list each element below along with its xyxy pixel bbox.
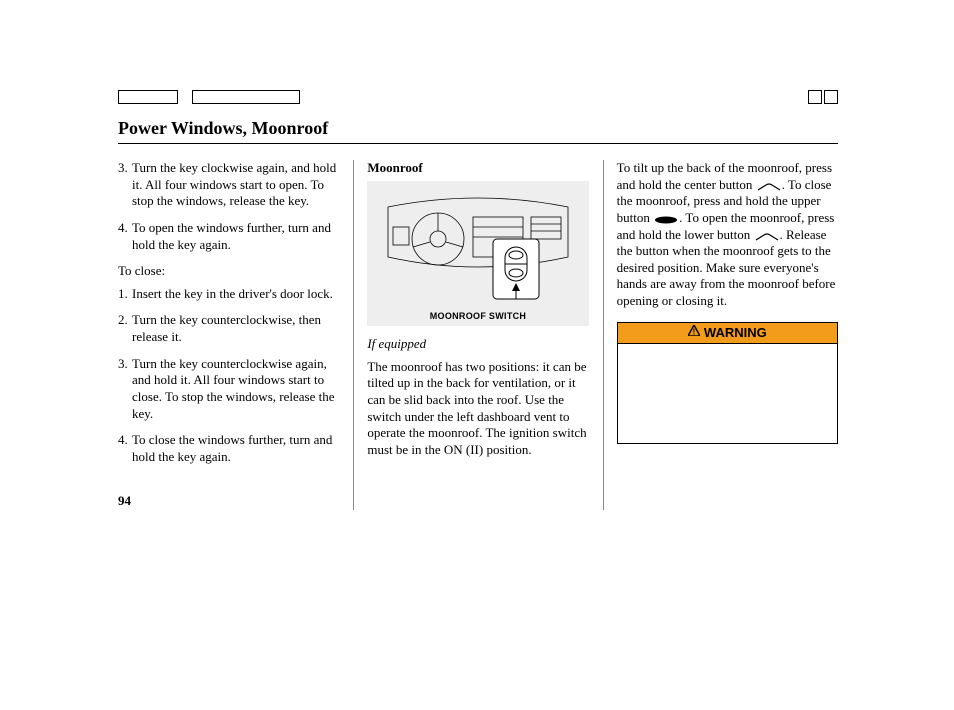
page-number: 94 bbox=[118, 493, 838, 509]
step-number: 3. bbox=[118, 160, 132, 210]
close-step: 3. Turn the key counterclockwise again, … bbox=[118, 356, 339, 423]
if-equipped-label: If equipped bbox=[367, 336, 588, 353]
step-text: To close the windows further, turn and h… bbox=[132, 432, 339, 465]
step-text: Insert the key in the driver's door lock… bbox=[132, 286, 339, 303]
column-3: To tilt up the back of the moonroof, pre… bbox=[603, 160, 838, 475]
moonroof-switch-illustration bbox=[383, 187, 573, 307]
moonroof-figure: MOONROOF SWITCH bbox=[367, 181, 588, 327]
column-1: 3. Turn the key clockwise again, and hol… bbox=[118, 160, 353, 475]
svg-text:!: ! bbox=[693, 328, 696, 337]
step-number: 2. bbox=[118, 312, 132, 345]
step-number: 3. bbox=[118, 356, 132, 423]
step-text: To open the windows further, turn and ho… bbox=[132, 220, 339, 253]
close-step: 4. To close the windows further, turn an… bbox=[118, 432, 339, 465]
warning-label: WARNING bbox=[704, 325, 767, 342]
step-number: 4. bbox=[118, 220, 132, 253]
open-button-icon bbox=[754, 230, 780, 240]
step-text: Turn the key counterclockwise again, and… bbox=[132, 356, 339, 423]
close-heading: To close: bbox=[118, 263, 339, 280]
moonroof-description: The moonroof has two positions: it can b… bbox=[367, 359, 588, 459]
moonroof-operation: To tilt up the back of the moonroof, pre… bbox=[617, 160, 838, 310]
step-text: Turn the key clockwise again, and hold i… bbox=[132, 160, 339, 210]
step-number: 1. bbox=[118, 286, 132, 303]
moonroof-heading: Moonroof bbox=[367, 160, 588, 177]
manual-page: Power Windows, Moonroof 3. Turn the key … bbox=[118, 90, 838, 509]
tilt-button-icon bbox=[756, 180, 782, 190]
warning-box: ! WARNING bbox=[617, 322, 838, 444]
step-number: 4. bbox=[118, 432, 132, 465]
close-button-icon bbox=[653, 213, 679, 223]
open-step: 3. Turn the key clockwise again, and hol… bbox=[118, 160, 339, 210]
warning-triangle-icon: ! bbox=[688, 325, 700, 340]
close-step: 2. Turn the key counterclockwise, then r… bbox=[118, 312, 339, 345]
figure-caption: MOONROOF SWITCH bbox=[373, 311, 582, 323]
step-text: Turn the key counterclockwise, then rele… bbox=[132, 312, 339, 345]
open-step: 4. To open the windows further, turn and… bbox=[118, 220, 339, 253]
page-title: Power Windows, Moonroof bbox=[118, 118, 838, 144]
close-step: 1. Insert the key in the driver's door l… bbox=[118, 286, 339, 303]
warning-header: ! WARNING bbox=[618, 323, 837, 345]
column-2: Moonroof bbox=[353, 160, 602, 475]
